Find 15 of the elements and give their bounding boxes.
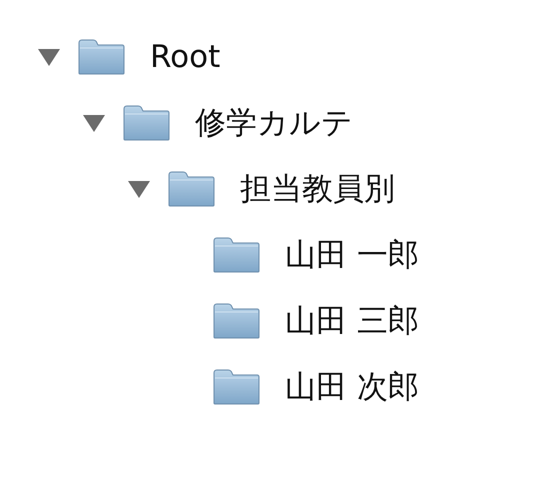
tree-item-label[interactable]: Root <box>150 40 220 74</box>
tree-item-label[interactable]: 山田 次郎 <box>285 370 419 404</box>
tree-item-label[interactable]: 山田 一郎 <box>285 238 419 272</box>
expand-arrow-icon[interactable] <box>82 113 106 133</box>
folder-icon <box>213 303 260 339</box>
expand-arrow-icon[interactable] <box>127 179 151 199</box>
tree-item-label[interactable]: 担当教員別 <box>240 172 395 206</box>
folder-icon <box>213 237 260 273</box>
folder-icon <box>78 39 125 75</box>
tree-item-label[interactable]: 修学カルテ <box>195 106 353 140</box>
folder-icon <box>123 105 170 141</box>
expand-arrow-icon[interactable] <box>37 47 61 67</box>
folder-icon <box>213 369 260 405</box>
folder-icon <box>168 171 215 207</box>
tree-item-label[interactable]: 山田 三郎 <box>285 304 419 338</box>
